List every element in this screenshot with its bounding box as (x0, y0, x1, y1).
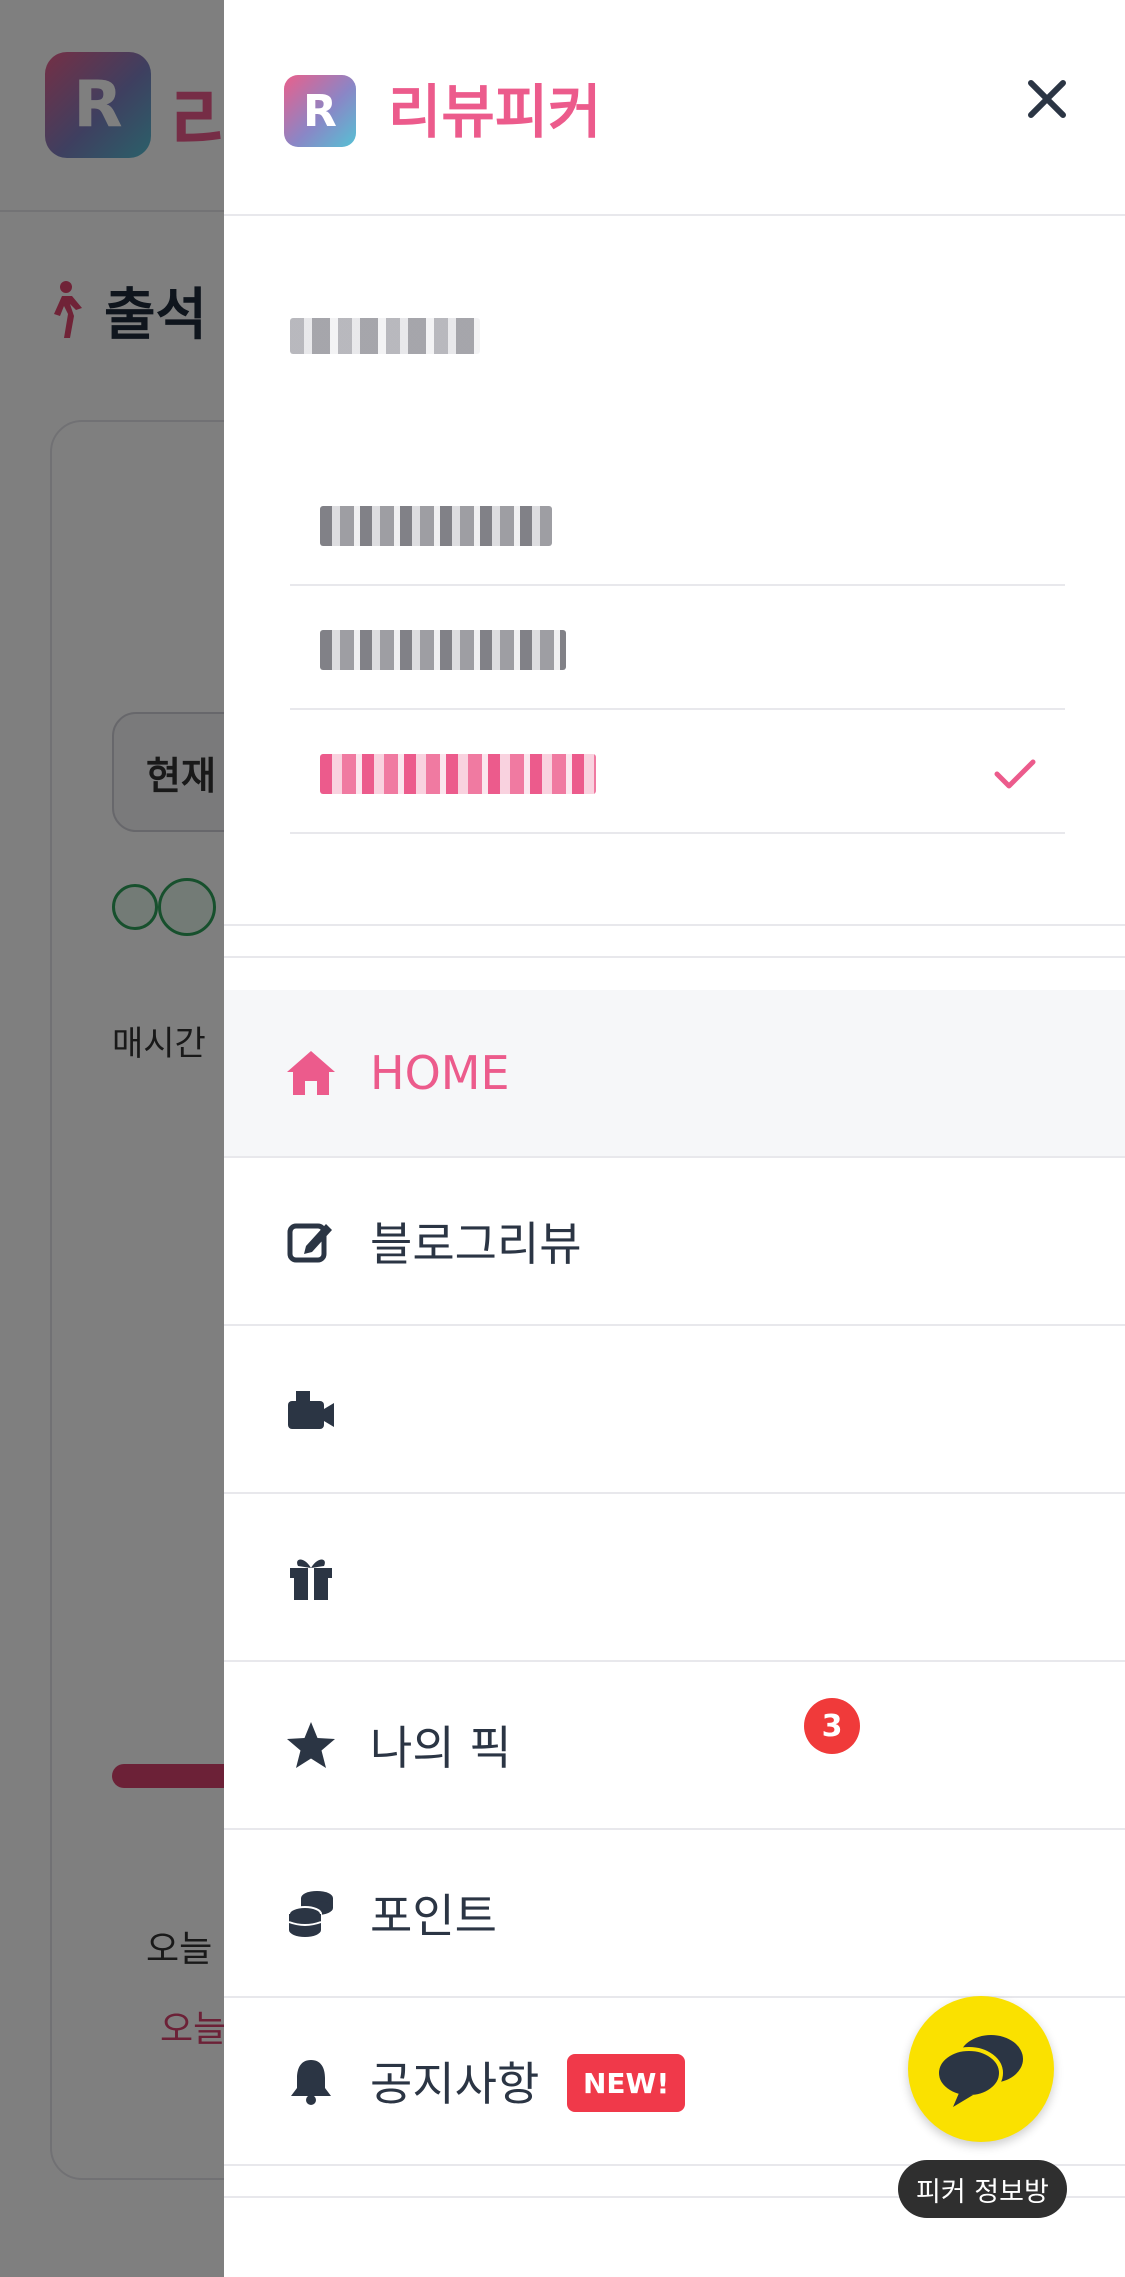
star-icon (284, 1718, 338, 1772)
menu-item-blog-review[interactable]: 블로그리뷰 (224, 1158, 1125, 1326)
chat-room-button[interactable] (908, 1996, 1054, 2142)
menu-item-home[interactable]: HOME (224, 990, 1125, 1158)
section-divider (224, 956, 1125, 958)
chat-bubbles-icon (935, 2035, 1023, 2107)
menu-item-my-pick[interactable]: 나의 픽 (224, 1662, 1125, 1830)
close-icon (1028, 80, 1066, 118)
my-pick-count-badge: 3 (804, 1698, 860, 1754)
menu-label-notice: 공지사항 (370, 2057, 540, 2111)
menu-item-points[interactable]: 포인트 (224, 1830, 1125, 1998)
drawer-header: R 리뷰피커 (224, 0, 1125, 216)
coins-icon (284, 1886, 338, 1940)
camera-icon (284, 1382, 338, 1436)
edit-icon (284, 1214, 338, 1268)
menu-label-my-pick: 나의 픽 (370, 1721, 512, 1775)
account-name-redacted (320, 630, 566, 670)
chat-room-label: 피커 정보방 (898, 2160, 1067, 2218)
menu-label-blog-review: 블로그리뷰 (370, 1217, 582, 1271)
menu-item-event[interactable] (224, 1494, 1125, 1662)
bell-icon (284, 2054, 338, 2108)
account-section-label-redacted (290, 318, 480, 354)
menu-item-mission[interactable] (224, 1326, 1125, 1494)
notice-new-badge: NEW! (567, 2054, 686, 2112)
check-icon (994, 759, 1036, 789)
menu-label-home: HOME (370, 1046, 510, 1100)
close-button[interactable] (1020, 72, 1074, 126)
account-option[interactable] (290, 462, 1065, 586)
account-option[interactable] (290, 586, 1065, 710)
account-option-selected[interactable] (290, 710, 1065, 834)
account-name-redacted (320, 754, 596, 794)
home-icon (284, 1046, 338, 1100)
drawer-logo: R (284, 75, 356, 147)
side-drawer: R 리뷰피커 HOME 블로그리뷰 나의 픽 포인트 공지사항 (224, 0, 1125, 2277)
gift-icon (284, 1550, 338, 1604)
account-name-redacted (320, 506, 552, 546)
drawer-brand-name: 리뷰피커 (388, 78, 602, 146)
app-root: R 리 출석 현재 매시간 오늘 오늘 R 리뷰피커 (0, 0, 1125, 2277)
section-divider (224, 924, 1125, 926)
menu-label-points: 포인트 (370, 1889, 497, 1943)
